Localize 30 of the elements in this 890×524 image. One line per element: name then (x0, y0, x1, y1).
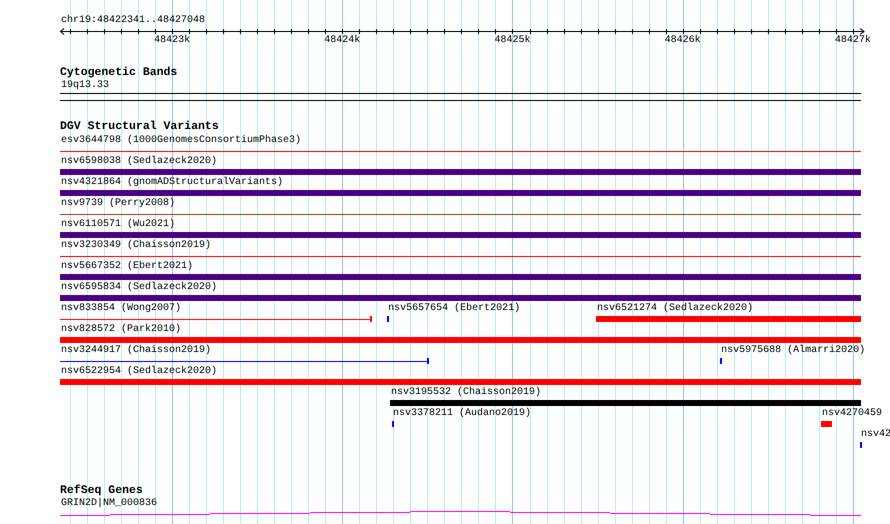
feature-label: nsv6521274 (Sedlazeck2020) (596, 303, 754, 315)
ruler-location: chr19:48422341..48427048 (60, 15, 206, 27)
track-title: DGV Structural Variants (60, 121, 219, 133)
track-title: Cytogenetic Bands (60, 67, 178, 79)
feature-label: nsv5657654 (Ebert2021) (387, 303, 520, 315)
tick-label: 48426k (664, 35, 701, 47)
feature-label: nsv5667352 (Ebert2021) (60, 261, 194, 273)
track-title: RefSeq Genes (60, 485, 143, 497)
gene-label: GRIN2D|NM_000836 (60, 498, 158, 510)
feature-label: nsv5975688 (Almarri2020) (720, 345, 866, 357)
band-label: 19q13.33 (60, 80, 110, 92)
tick-label: 48427k (834, 35, 871, 47)
feature-label: nsv4321864 (gnomADStructuralVariants) (60, 177, 284, 189)
feature-label: nsv3244917 (Chaisson2019) (60, 345, 212, 357)
feature-label: nsv6110571 (Wu2021) (60, 219, 176, 231)
feature-label: nsv9739 (Perry2008) (60, 198, 176, 210)
feature-label: nsv6522954 (Sedlazeck2020) (60, 366, 218, 378)
feature-label: nsv4270459 (821, 408, 882, 420)
feature-label: esv3644798 (1000GenomesConsortiumPhase3) (60, 135, 302, 147)
tick-label: 48424k (324, 35, 360, 47)
feature-label: nsv6598038 (Sedlazeck2020) (60, 156, 218, 168)
feature-label: nsv3230349 (Chaisson2019) (60, 240, 212, 252)
feature-label: nsv3195532 (Chaisson2019) (390, 387, 541, 399)
feature-label: nsv833854 (Wong2007) (60, 303, 182, 315)
tick-label: 48423k (154, 35, 190, 47)
feature-label: nsv3378211 (Audano2019) (392, 408, 532, 420)
feature-label: nsv828572 (Park2010) (60, 324, 182, 336)
tick-label: 48425k (494, 35, 530, 47)
feature-label: nsv6595834 (Sedlazeck2020) (60, 282, 218, 294)
feature-label: nsv42 (860, 429, 890, 441)
